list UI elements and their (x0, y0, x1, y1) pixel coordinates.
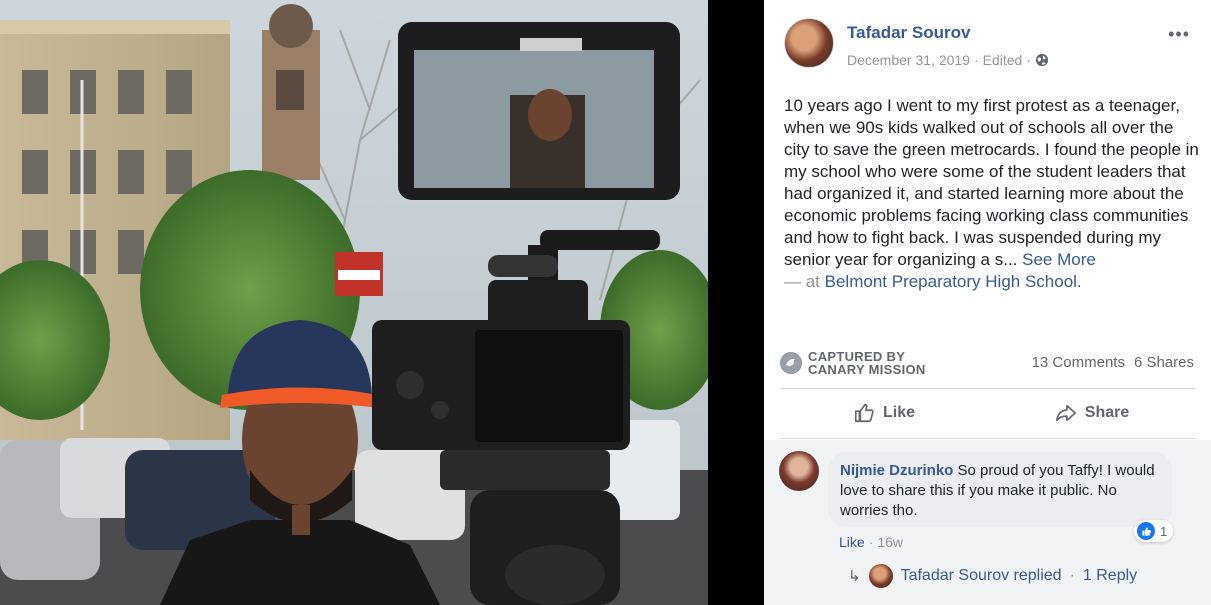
comment-meta: Like · 16w (839, 534, 903, 550)
reply-count[interactable]: 1 Reply (1083, 567, 1137, 585)
engagement-counts: 13 Comments 6 Shares (1032, 354, 1194, 371)
share-button[interactable]: Share (988, 392, 1196, 434)
divider (780, 388, 1196, 389)
share-label: Share (1084, 404, 1130, 421)
reaction-count: 1 (1160, 523, 1168, 539)
more-options-icon[interactable]: ••• (1168, 24, 1190, 45)
comment-reaction-badge[interactable]: 1 (1134, 520, 1174, 542)
reply-separator: · (1069, 567, 1075, 584)
globe-icon[interactable] (1035, 53, 1049, 67)
post-photo[interactable] (0, 0, 708, 605)
like-label: Like (882, 404, 915, 421)
post-header: Tafadar Sourov December 31, 2019 · Edite… (784, 18, 1194, 74)
comment-age[interactable]: 16w (877, 534, 903, 550)
post-stats: CAPTURED BY CANARY MISSION 13 Comments 6… (780, 346, 1196, 382)
see-more-link[interactable]: See More (1022, 250, 1096, 269)
location-prefix: — at (784, 272, 820, 291)
meta-separator: · (1026, 52, 1032, 68)
edited-label[interactable]: Edited (983, 52, 1023, 68)
meta-separator: · (868, 534, 874, 550)
photo-scene (0, 0, 708, 605)
canary-logo-icon (780, 352, 802, 374)
post-meta: December 31, 2019 · Edited · (847, 52, 1049, 68)
commenter-name[interactable]: Nijmie Dzurinko (840, 462, 953, 479)
post-text: 10 years ago I went to my first protest … (784, 96, 1199, 269)
replier-avatar (868, 564, 893, 588)
comments-section: Nijmie Dzurinko So proud of you Taffy! I… (764, 440, 1211, 605)
like-reaction-icon (1137, 522, 1155, 540)
meta-separator: · (973, 52, 979, 68)
photo-letterbox (708, 0, 764, 605)
post-body: 10 years ago I went to my first protest … (784, 95, 1202, 293)
author-avatar[interactable] (784, 18, 834, 68)
post-panel: Tafadar Sourov December 31, 2019 · Edite… (764, 0, 1211, 605)
comment-like-link[interactable]: Like (839, 534, 865, 550)
share-arrow-icon (1055, 404, 1076, 422)
replies-link[interactable]: ↳ Tafadar Sourov replied · 1 Reply (848, 564, 1137, 588)
comments-count[interactable]: 13 Comments (1032, 354, 1125, 371)
canary-mission-watermark: CAPTURED BY CANARY MISSION (780, 350, 926, 376)
canary-line-2: CANARY MISSION (808, 362, 926, 377)
replier-action[interactable]: Tafadar Sourov replied (901, 567, 1062, 585)
post-actions: Like Share (780, 392, 1196, 434)
divider (780, 438, 1196, 439)
commenter-avatar[interactable] (779, 451, 819, 491)
reply-arrow-icon: ↳ (848, 568, 861, 585)
post-date[interactable]: December 31, 2019 (847, 52, 970, 68)
author-name[interactable]: Tafadar Sourov (847, 23, 970, 43)
like-button[interactable]: Like (780, 392, 988, 434)
thumbs-up-icon (854, 403, 874, 423)
comment-bubble: Nijmie Dzurinko So proud of you Taffy! I… (828, 452, 1172, 527)
location-link[interactable]: Belmont Preparatory High School. (825, 272, 1082, 291)
shares-count[interactable]: 6 Shares (1134, 354, 1194, 371)
